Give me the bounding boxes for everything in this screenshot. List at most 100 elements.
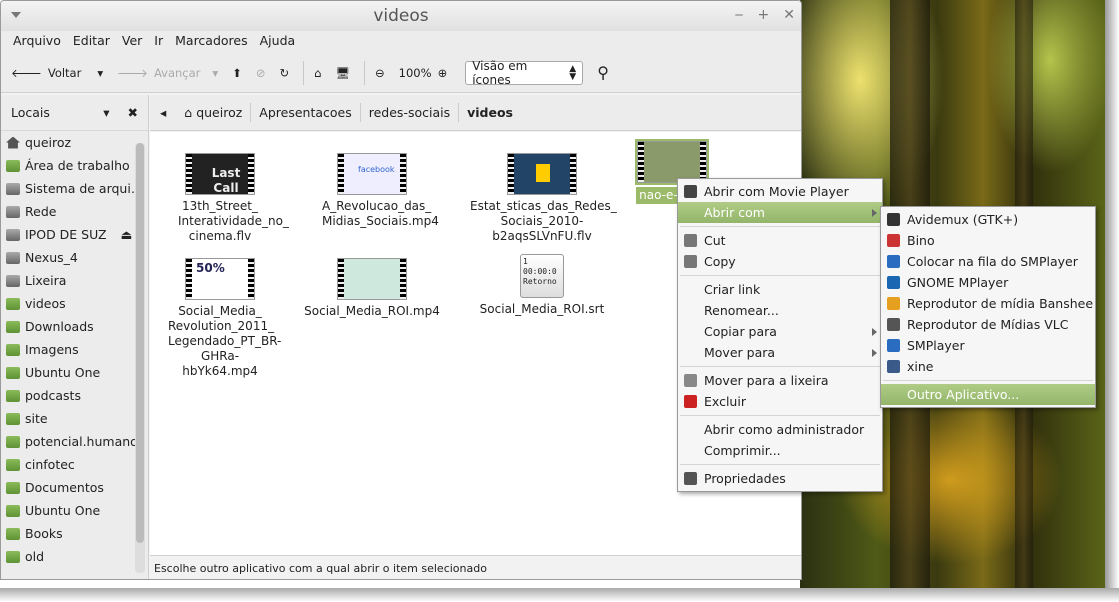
sidebar-item[interactable]: Documentos bbox=[1, 476, 148, 499]
file-item[interactable]: 50% Social_Media_ Revolution_2011_ Legen… bbox=[150, 258, 290, 379]
sidebar-item-label: Rede bbox=[25, 204, 57, 219]
zoom-out-button[interactable]: ⊖ bbox=[375, 66, 385, 80]
zoom-level[interactable]: 100% bbox=[399, 66, 432, 80]
menu-item[interactable]: Abrir com bbox=[678, 202, 882, 223]
minimize-icon[interactable]: ‒ bbox=[735, 7, 744, 23]
home-button[interactable]: ⌂ bbox=[314, 66, 321, 80]
crumb-redes-sociais[interactable]: redes-sociais bbox=[361, 103, 460, 122]
sidebar-item[interactable]: Downloads bbox=[1, 315, 148, 338]
menu-ver[interactable]: Ver bbox=[116, 31, 148, 53]
sidebar-item[interactable]: Ubuntu One bbox=[1, 499, 148, 522]
zoom-in-button[interactable]: ⊕ bbox=[438, 66, 448, 80]
chevron-down-icon[interactable]: ▾ bbox=[212, 66, 218, 80]
search-button[interactable]: ⚲ bbox=[597, 63, 609, 82]
sidebar-item[interactable]: cinfotec bbox=[1, 453, 148, 476]
back-button[interactable]: 🡐 Voltar ▾ bbox=[11, 66, 103, 80]
menu-item[interactable]: SMPlayer bbox=[881, 335, 1095, 356]
forward-button[interactable]: 🡒 Avançar ▾ bbox=[117, 66, 218, 80]
computer-icon: 🖥 bbox=[335, 65, 351, 80]
sidebar-item[interactable]: queiroz bbox=[1, 131, 148, 154]
menu-item[interactable]: GNOME MPlayer bbox=[881, 272, 1095, 293]
submenu-arrow-icon bbox=[872, 349, 877, 357]
folder-icon bbox=[6, 412, 20, 425]
menu-item[interactable]: Comprimir... bbox=[678, 440, 882, 461]
maximize-icon[interactable]: + bbox=[758, 7, 770, 23]
menu-marcadores[interactable]: Marcadores bbox=[169, 31, 254, 53]
path-back-icon[interactable]: ◂ bbox=[160, 105, 166, 120]
file-item[interactable]: Last Call 13th_Street_ Interatividade_no… bbox=[150, 153, 290, 244]
crumb-apresentacoes[interactable]: Apresentacoes bbox=[251, 103, 361, 122]
menu-item[interactable]: Reprodutor de Mídias VLC bbox=[881, 314, 1095, 335]
menu-item[interactable]: Outro Aplicativo... bbox=[881, 384, 1095, 405]
menu-separator bbox=[680, 464, 880, 465]
menu-item[interactable]: Copiar para bbox=[678, 321, 882, 342]
sidebar-item[interactable]: Lixeira bbox=[1, 269, 148, 292]
menu-item[interactable]: Mover para a lixeira bbox=[678, 370, 882, 391]
menu-item[interactable]: Propriedades bbox=[678, 468, 882, 489]
sidebar-item[interactable]: Rede bbox=[1, 200, 148, 223]
menu-item[interactable]: Avidemux (GTK+) bbox=[881, 209, 1095, 230]
sidebar-item[interactable]: Área de trabalho bbox=[1, 154, 148, 177]
video-thumbnail: 50% bbox=[185, 258, 255, 300]
crumb-home[interactable]: ⌂ queiroz bbox=[176, 103, 252, 122]
eject-icon[interactable]: ⏏ bbox=[121, 227, 133, 242]
reload-button[interactable]: ↻ bbox=[279, 66, 289, 80]
sidebar-item[interactable]: old bbox=[1, 545, 148, 568]
chevron-down-icon[interactable]: ▾ bbox=[97, 66, 103, 80]
menu-item[interactable]: Copy bbox=[678, 251, 882, 272]
banshee-icon bbox=[887, 297, 900, 310]
menu-item-label: Outro Aplicativo... bbox=[907, 387, 1020, 402]
sidebar-list: queiroz Área de trabalho Sistema de arqui…… bbox=[1, 131, 148, 568]
menu-item-label: Abrir com Movie Player bbox=[704, 184, 849, 199]
menu-ir[interactable]: Ir bbox=[148, 31, 169, 53]
video-thumbnail: facebook bbox=[337, 153, 407, 195]
chevron-down-icon[interactable]: ▾ bbox=[103, 105, 109, 120]
sidebar-item[interactable]: podcasts bbox=[1, 384, 148, 407]
crumb-videos[interactable]: videos bbox=[459, 103, 521, 122]
menu-item[interactable]: Bino bbox=[881, 230, 1095, 251]
smplayer-icon bbox=[887, 339, 900, 352]
sidebar-item[interactable]: videos bbox=[1, 292, 148, 315]
file-item[interactable]: Social_Media_ROI.mp4 bbox=[302, 258, 442, 319]
menu-item[interactable]: Renomear... bbox=[678, 300, 882, 321]
close-icon[interactable]: ✖ bbox=[128, 105, 138, 120]
view-mode-select[interactable]: Visão em ícones ▲ ▼ bbox=[465, 59, 584, 87]
movie-player-icon bbox=[684, 185, 697, 198]
menu-item[interactable]: Mover para bbox=[678, 342, 882, 363]
menu-item[interactable]: Excluir bbox=[678, 391, 882, 412]
stop-button[interactable]: ⊘ bbox=[256, 66, 266, 80]
sidebar-item[interactable]: Books bbox=[1, 522, 148, 545]
menu-item[interactable]: Cut bbox=[678, 230, 882, 251]
menu-ajuda[interactable]: Ajuda bbox=[254, 31, 302, 53]
sidebar-item-label: Books bbox=[25, 526, 63, 541]
menu-arquivo[interactable]: Arquivo bbox=[7, 31, 67, 53]
sidebar-item[interactable]: potencial.humano bbox=[1, 430, 148, 453]
close-icon[interactable]: ✕ bbox=[783, 7, 795, 23]
sidebar-item-label: podcasts bbox=[25, 388, 81, 403]
menu-editar[interactable]: Editar bbox=[67, 31, 116, 53]
sidebar-item[interactable]: Nexus_4 bbox=[1, 246, 148, 269]
folder-icon bbox=[6, 458, 20, 471]
menu-item[interactable]: Colocar na fila do SMPlayer bbox=[881, 251, 1095, 272]
menu-item[interactable]: Reprodutor de mídia Banshee bbox=[881, 293, 1095, 314]
file-item[interactable]: 1 00:00:0 Retorno Social_Media_ROI.srt bbox=[470, 254, 614, 317]
sidebar-title[interactable]: Locais bbox=[11, 105, 50, 120]
spinner-arrows-icon: ▲ ▼ bbox=[569, 63, 577, 82]
menu-item[interactable]: xine bbox=[881, 356, 1095, 377]
sidebar-item[interactable]: Ubuntu One bbox=[1, 361, 148, 384]
menu-item[interactable]: Abrir com Movie Player bbox=[678, 181, 882, 202]
file-item[interactable]: facebook A_Revolucao_das_ Midias_Sociais… bbox=[302, 153, 442, 229]
menu-item[interactable]: Abrir como administrador bbox=[678, 419, 882, 440]
search-icon: ⚲ bbox=[597, 63, 609, 82]
computer-button[interactable]: 🖥 bbox=[335, 66, 350, 80]
up-button[interactable]: ⬆ bbox=[232, 66, 242, 80]
sidebar-item[interactable]: Sistema de arqui… bbox=[1, 177, 148, 200]
menu-item-label: Reprodutor de Mídias VLC bbox=[907, 317, 1069, 332]
menu-bar: Arquivo Editar Ver Ir Marcadores Ajuda bbox=[1, 31, 801, 53]
sidebar-scrollbar[interactable] bbox=[135, 143, 145, 573]
sidebar-item[interactable]: IPOD DE SUZ ⏏ bbox=[1, 223, 148, 246]
sidebar-item[interactable]: Imagens bbox=[1, 338, 148, 361]
sidebar-item[interactable]: site bbox=[1, 407, 148, 430]
menu-item[interactable]: Criar link bbox=[678, 279, 882, 300]
file-item[interactable]: Estat_sticas_das_Redes_ Sociais_2010- b2… bbox=[470, 153, 617, 244]
